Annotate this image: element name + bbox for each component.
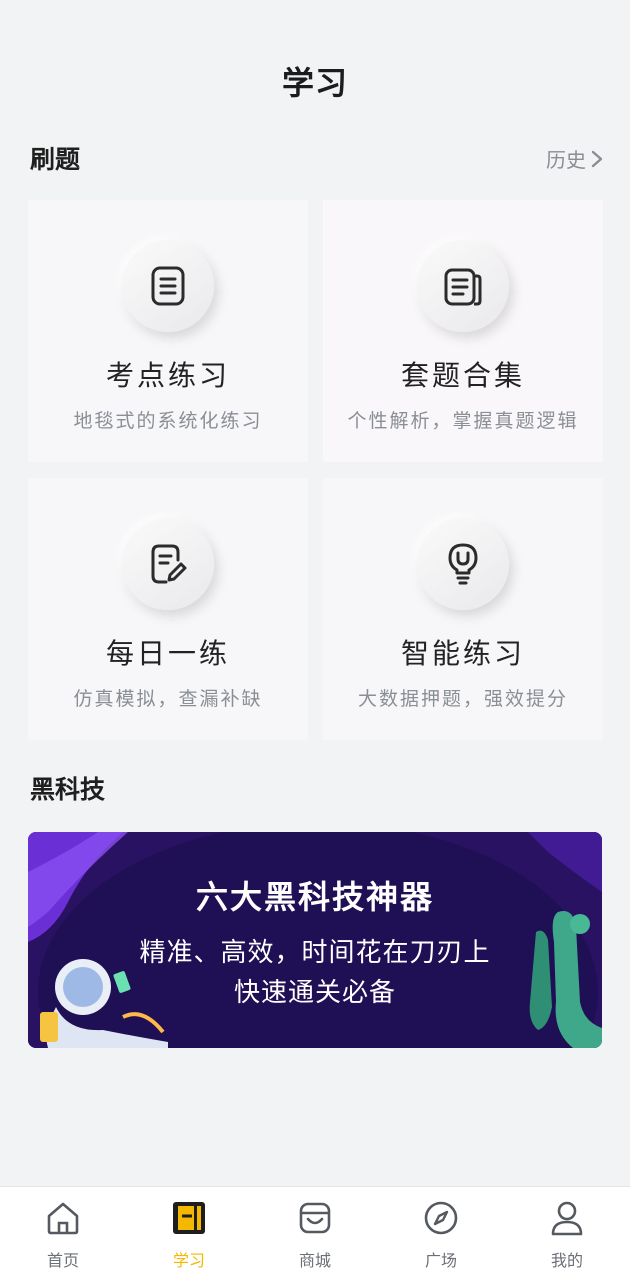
store-icon (299, 1202, 331, 1234)
compass-icon (424, 1201, 458, 1235)
card-topic-practice[interactable]: 考点练习 地毯式的系统化练习 (28, 200, 308, 462)
history-link[interactable]: 历史 (546, 144, 604, 173)
tab-label: 商城 (298, 1251, 331, 1270)
tab-label: 学习 (172, 1251, 205, 1270)
card-subtitle: 大数据押题，强效提分 (357, 688, 568, 710)
tab-home[interactable]: 首页 (0, 1187, 126, 1280)
icon-circle (122, 518, 214, 610)
lightbulb-icon (448, 543, 478, 585)
card-title: 套题合集 (400, 359, 525, 392)
tab-label: 我的 (550, 1251, 583, 1270)
card-subtitle: 仿真模拟，查漏补缺 (73, 688, 263, 710)
banner-title: 六大黑科技神器 (195, 878, 434, 916)
section-title-tech: 黑科技 (30, 775, 106, 804)
tech-banner[interactable]: 六大黑科技神器 精准、高效，时间花在刀刃上 快速通关必备 (28, 832, 602, 1048)
tab-plaza[interactable]: 广场 (378, 1187, 504, 1280)
bottom-tab-bar: 首页 学习 商城 广场 我的 (0, 1186, 630, 1280)
paper-stack-icon (444, 268, 482, 306)
icon-circle (417, 240, 509, 332)
user-icon (551, 1201, 583, 1236)
tab-store[interactable]: 商城 (252, 1187, 378, 1280)
icon-circle (417, 518, 509, 610)
tab-label: 首页 (46, 1251, 79, 1270)
chevron-right-icon (591, 150, 603, 167)
card-subtitle: 个性解析，掌握真题逻辑 (347, 410, 579, 432)
card-smart-practice[interactable]: 智能练习 大数据押题，强效提分 (323, 478, 603, 740)
card-exam-sets[interactable]: 套题合集 个性解析，掌握真题逻辑 (323, 200, 603, 462)
home-icon (47, 1202, 79, 1235)
section-title-practice: 刷题 (30, 145, 81, 174)
page-title: 学习 (281, 64, 348, 102)
card-subtitle: 地毯式的系统化练习 (73, 410, 263, 432)
document-list-icon (151, 266, 185, 306)
tab-mine[interactable]: 我的 (504, 1187, 630, 1280)
card-title: 考点练习 (105, 359, 230, 392)
history-label: 历史 (546, 148, 586, 172)
tab-label: 广场 (424, 1251, 457, 1270)
banner-line-2: 快速通关必备 (233, 978, 396, 1008)
card-daily-practice[interactable]: 每日一练 仿真模拟，查漏补缺 (28, 478, 308, 740)
tab-study[interactable]: 学习 (126, 1187, 252, 1280)
edit-document-icon (151, 544, 187, 584)
icon-circle (122, 240, 214, 332)
card-title: 智能练习 (400, 637, 525, 670)
banner-line-1: 精准、高效，时间花在刀刃上 (139, 938, 491, 968)
study-icon (173, 1202, 205, 1234)
study-page: 学习 刷题 历史 考点练习 地毯式的系统化练习 套题合集 个性解析，掌握真题逻辑… (0, 0, 630, 1280)
card-title: 每日一练 (105, 637, 230, 670)
